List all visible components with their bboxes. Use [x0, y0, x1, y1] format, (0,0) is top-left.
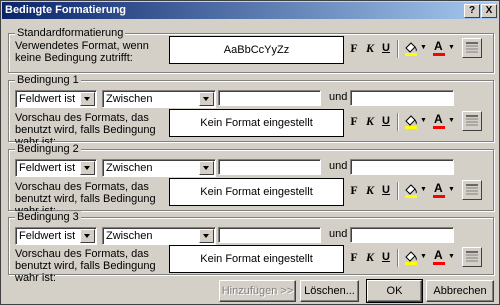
font-color-glyph: A: [434, 39, 443, 53]
font-color-bar: [433, 195, 445, 198]
border-icon[interactable]: [462, 247, 482, 267]
bold-button[interactable]: F: [347, 40, 361, 56]
condition-3-value2-input[interactable]: [350, 227, 454, 243]
toolbar-separator: [397, 40, 398, 58]
toolbar-separator: [397, 113, 398, 131]
font-color-bar: [433, 262, 445, 265]
underline-button[interactable]: U: [379, 113, 393, 129]
bold-button[interactable]: F: [347, 182, 361, 198]
chevron-down-icon[interactable]: [199, 229, 214, 243]
underline-button[interactable]: U: [379, 182, 393, 198]
condition-2-operator-select[interactable]: Zwischen: [102, 159, 216, 177]
condition-3-operator-value: Zwischen: [106, 230, 153, 242]
bold-button[interactable]: F: [347, 113, 361, 129]
chevron-down-icon[interactable]: [199, 161, 214, 175]
standard-format-group: Standardformatierung Verwendetes Format,…: [8, 27, 494, 73]
condition-1-preview: Kein Format eingestellt: [169, 109, 344, 137]
font-color-bar: [433, 53, 445, 56]
border-icon[interactable]: [462, 38, 482, 58]
fill-color-icon[interactable]: [403, 249, 419, 265]
condition-1-and-label: und: [329, 91, 348, 103]
format-toolbar: F K U ▼ A ▼: [347, 111, 491, 133]
font-color-glyph: A: [434, 248, 443, 262]
dialog-window: Bedingte Formatierung ? X Standardformat…: [0, 0, 500, 305]
condition-group-3: Bedingung 3 Feldwert ist Zwischen und Vo…: [8, 211, 494, 284]
toolbar-separator: [397, 249, 398, 267]
font-color-dropdown-icon[interactable]: ▼: [448, 40, 455, 56]
condition-group-1: Bedingung 1 Feldwert ist Zwischen und Vo…: [8, 74, 494, 148]
font-color-dropdown-icon[interactable]: ▼: [448, 113, 455, 129]
condition-2-label: Bedingung 2: [15, 143, 81, 155]
font-color-glyph: A: [434, 112, 443, 126]
border-icon[interactable]: [462, 111, 482, 131]
condition-3-type-value: Feldwert ist: [19, 230, 76, 242]
font-color-glyph: A: [434, 181, 443, 195]
condition-2-type-select[interactable]: Feldwert ist: [15, 159, 97, 177]
standard-format-description: Verwendetes Format, wenn keine Bedingung…: [15, 40, 149, 64]
condition-3-description: Vorschau des Formats, das benutzt wird, …: [15, 248, 156, 284]
format-toolbar: F K U ▼ A ▼: [347, 180, 491, 202]
font-color-icon[interactable]: A: [431, 181, 447, 198]
condition-2-operator-value: Zwischen: [106, 162, 153, 174]
fill-color-dropdown-icon[interactable]: ▼: [420, 249, 427, 265]
condition-1-operator-select[interactable]: Zwischen: [102, 90, 216, 108]
font-color-icon[interactable]: A: [431, 39, 447, 56]
italic-button[interactable]: K: [363, 182, 377, 198]
fill-color-icon[interactable]: [403, 113, 419, 129]
underline-button[interactable]: U: [379, 40, 393, 56]
condition-2-and-label: und: [329, 160, 348, 172]
font-color-icon[interactable]: A: [431, 248, 447, 265]
chevron-down-icon[interactable]: [80, 229, 95, 243]
condition-1-type-value: Feldwert ist: [19, 93, 76, 105]
font-color-dropdown-icon[interactable]: ▼: [448, 249, 455, 265]
condition-3-operator-select[interactable]: Zwischen: [102, 227, 216, 245]
condition-2-value1-input[interactable]: [218, 159, 321, 175]
window-title: Bedingte Formatierung: [5, 4, 127, 16]
standard-format-label: Standardformatierung: [15, 27, 126, 39]
standard-format-preview: AaBbCcYyZz: [169, 36, 344, 64]
fill-color-icon[interactable]: [403, 40, 419, 56]
title-bar[interactable]: Bedingte Formatierung ? X: [2, 2, 498, 19]
delete-button[interactable]: Löschen...: [300, 280, 359, 302]
italic-button[interactable]: K: [363, 249, 377, 265]
underline-button[interactable]: U: [379, 249, 393, 265]
condition-1-operator-value: Zwischen: [106, 93, 153, 105]
condition-3-type-select[interactable]: Feldwert ist: [15, 227, 97, 245]
border-icon[interactable]: [462, 180, 482, 200]
font-color-dropdown-icon[interactable]: ▼: [448, 182, 455, 198]
condition-1-value2-input[interactable]: [350, 90, 454, 106]
toolbar-separator: [397, 182, 398, 200]
fill-color-icon[interactable]: [403, 182, 419, 198]
condition-3-label: Bedingung 3: [15, 211, 81, 223]
condition-2-type-value: Feldwert ist: [19, 162, 76, 174]
fill-color-dropdown-icon[interactable]: ▼: [420, 182, 427, 198]
cancel-button[interactable]: Abbrechen: [426, 280, 494, 302]
condition-3-value1-input[interactable]: [218, 227, 321, 243]
chevron-down-icon[interactable]: [80, 92, 95, 106]
condition-1-label: Bedingung 1: [15, 74, 81, 86]
help-button[interactable]: ?: [464, 4, 480, 18]
fill-color-dropdown-icon[interactable]: ▼: [420, 40, 427, 56]
condition-2-value2-input[interactable]: [350, 159, 454, 175]
font-color-bar: [433, 126, 445, 129]
chevron-down-icon[interactable]: [199, 92, 214, 106]
close-button[interactable]: X: [481, 4, 497, 18]
ok-button[interactable]: OK: [366, 279, 423, 303]
format-toolbar: F K U ▼ A ▼: [347, 247, 491, 269]
italic-button[interactable]: K: [363, 113, 377, 129]
condition-3-and-label: und: [329, 228, 348, 240]
chevron-down-icon[interactable]: [80, 161, 95, 175]
bold-button[interactable]: F: [347, 249, 361, 265]
add-button[interactable]: Hinzufügen >>: [219, 280, 296, 302]
condition-group-2: Bedingung 2 Feldwert ist Zwischen und Vo…: [8, 143, 494, 217]
condition-1-value1-input[interactable]: [218, 90, 321, 106]
condition-2-preview: Kein Format eingestellt: [169, 178, 344, 206]
condition-3-preview: Kein Format eingestellt: [169, 245, 344, 273]
fill-color-dropdown-icon[interactable]: ▼: [420, 113, 427, 129]
font-color-icon[interactable]: A: [431, 112, 447, 129]
format-toolbar: F K U ▼ A ▼: [347, 38, 491, 60]
italic-button[interactable]: K: [363, 40, 377, 56]
condition-1-type-select[interactable]: Feldwert ist: [15, 90, 97, 108]
